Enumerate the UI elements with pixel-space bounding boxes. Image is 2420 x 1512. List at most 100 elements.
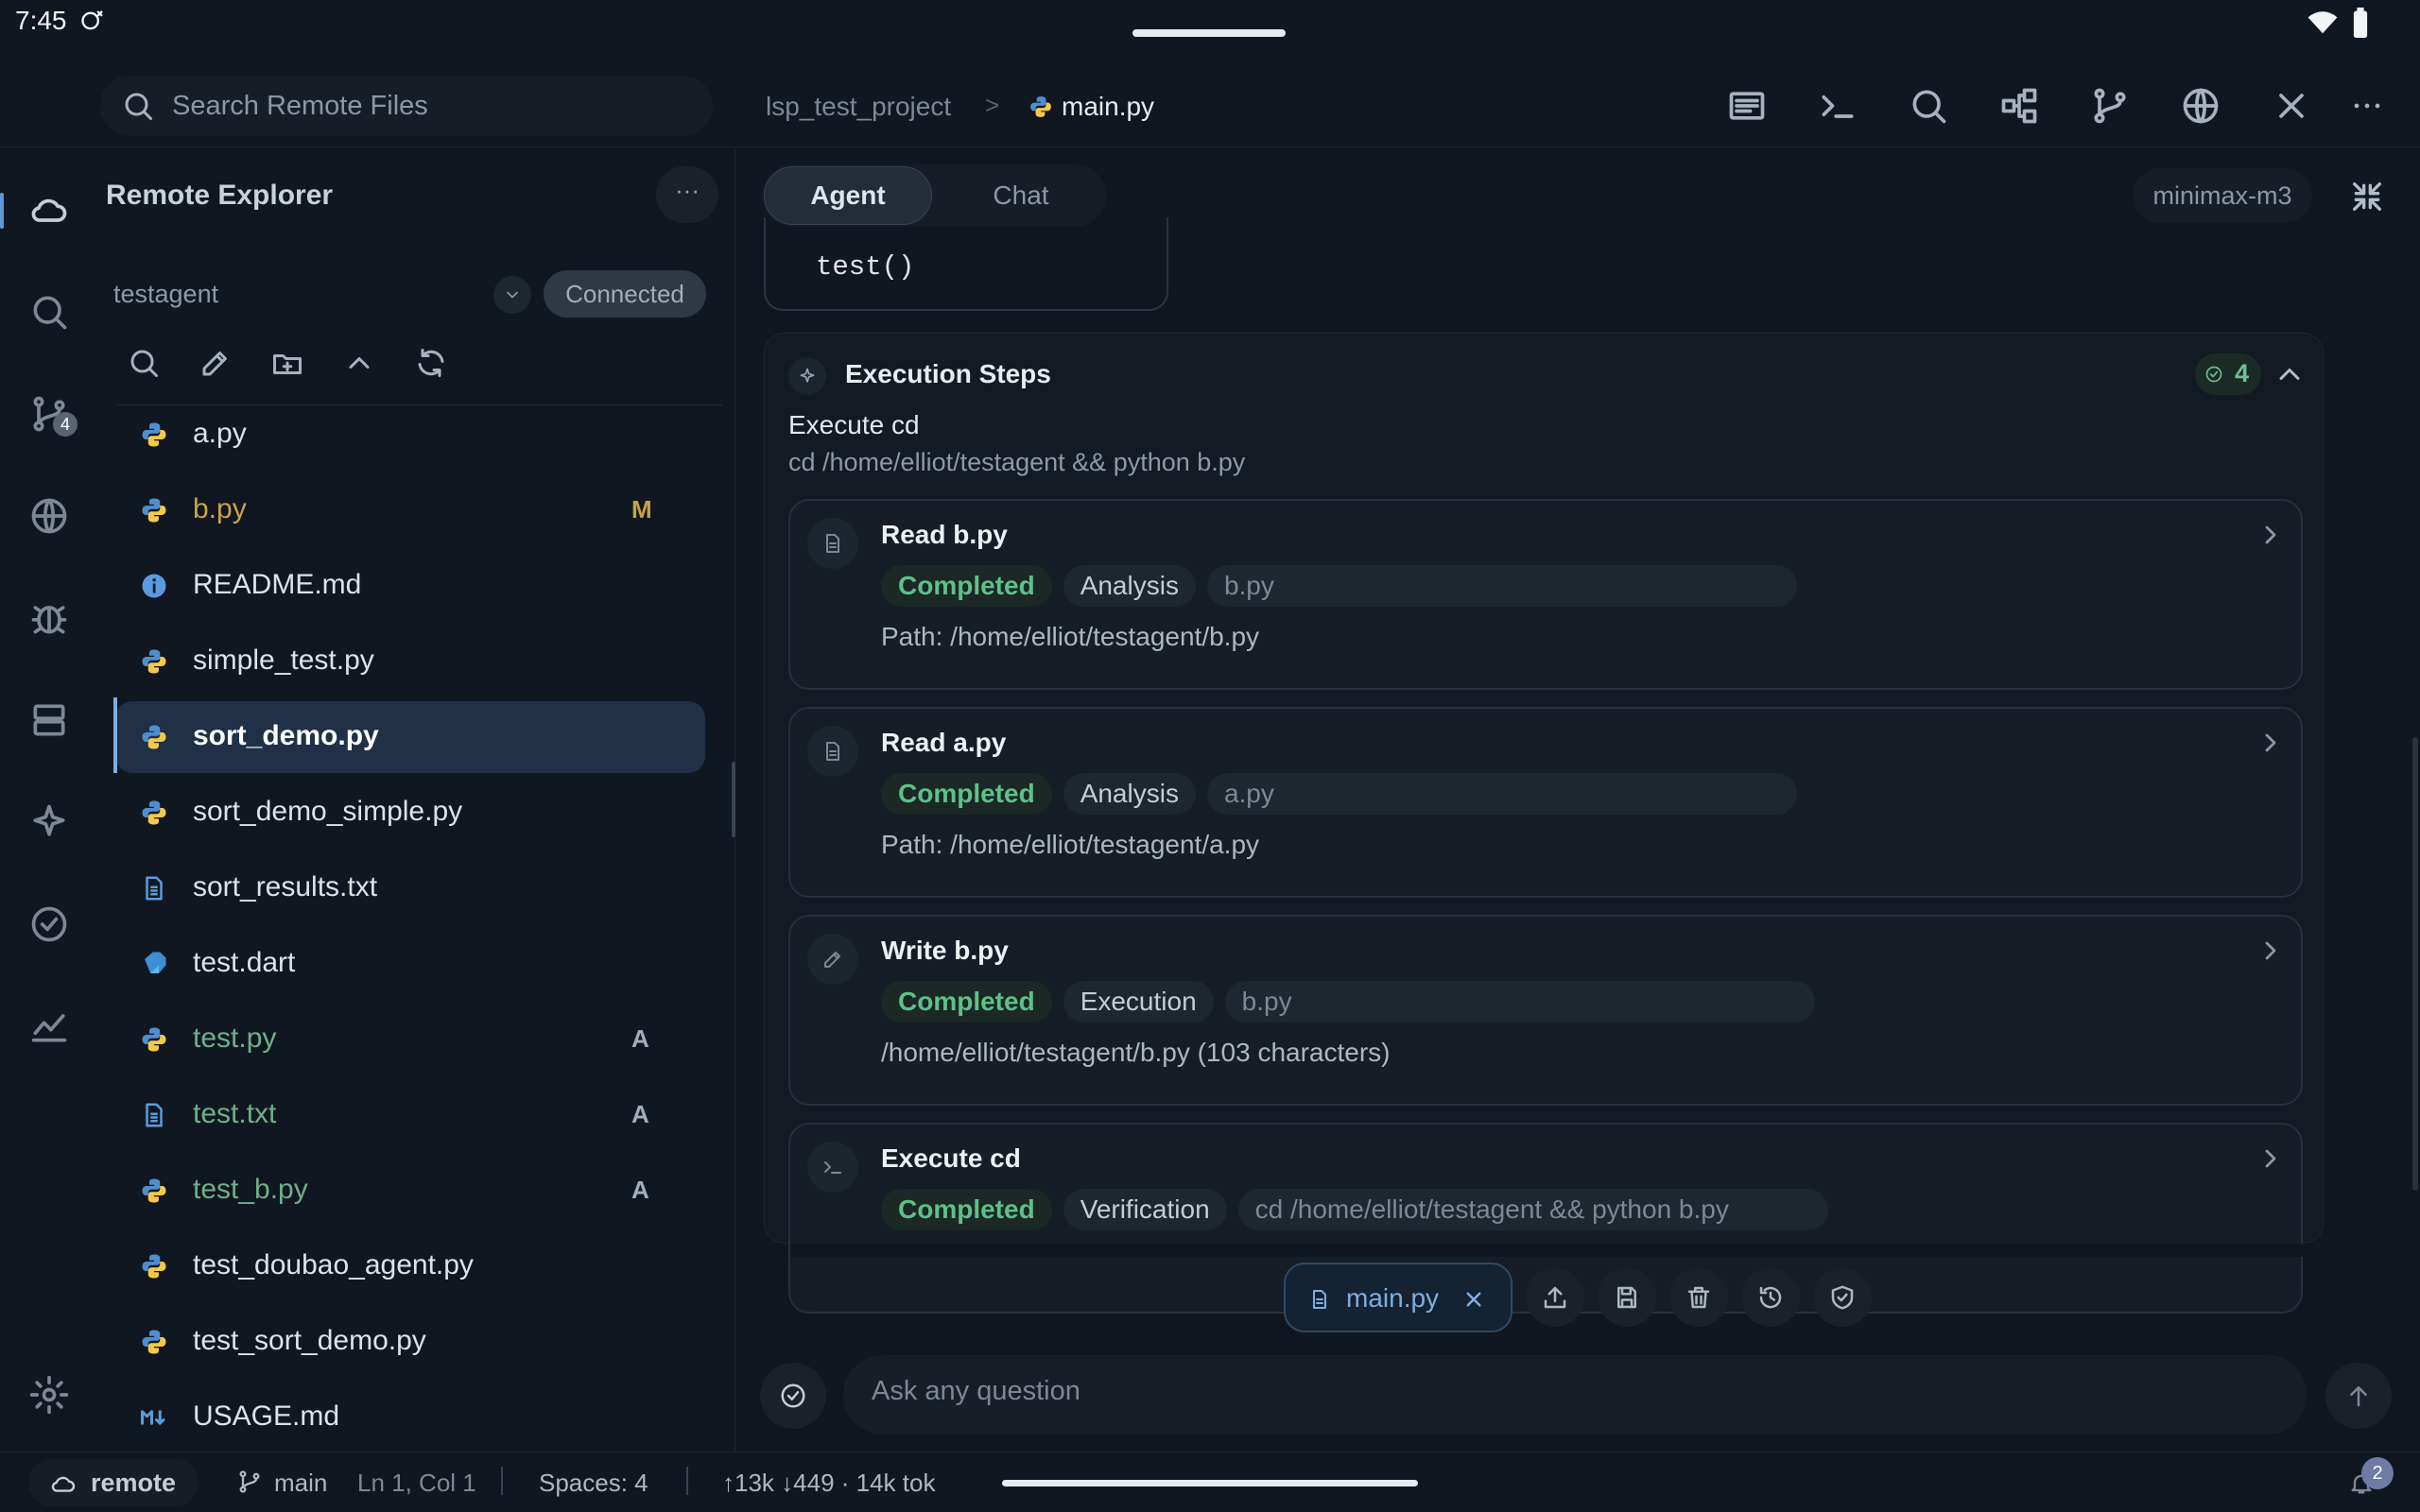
file-item[interactable]: test.txt A bbox=[115, 1079, 705, 1151]
step-tags: Completed Analysis b.py bbox=[881, 565, 1797, 607]
save-icon bbox=[1617, 1286, 1636, 1309]
text-file-icon bbox=[140, 874, 168, 902]
remote-indicator[interactable]: remote bbox=[28, 1459, 199, 1506]
new-file-icon[interactable] bbox=[199, 346, 233, 380]
tab-chat[interactable]: Chat bbox=[945, 166, 1097, 225]
explorer-more-button[interactable]: ··· bbox=[656, 166, 718, 223]
step-detail: /home/elliot/testagent/b.py (103 charact… bbox=[881, 1038, 1391, 1067]
search-icon[interactable] bbox=[28, 291, 70, 333]
new-folder-icon[interactable] bbox=[270, 346, 304, 380]
git-status-badge: A bbox=[631, 1176, 649, 1204]
step-tags: Completed Analysis a.py bbox=[881, 773, 1797, 815]
cloud-icon[interactable] bbox=[28, 189, 70, 231]
dart-icon bbox=[140, 950, 168, 978]
step-target-tag: cd /home/elliot/testagent && python b.py bbox=[1237, 1189, 1828, 1230]
file-name: test.txt bbox=[193, 1098, 277, 1129]
graph-icon[interactable] bbox=[1998, 85, 2040, 127]
sparkle-icon[interactable] bbox=[28, 801, 70, 843]
model-selector[interactable]: minimax-m3 bbox=[2133, 168, 2312, 223]
check-circle-icon[interactable] bbox=[28, 903, 70, 945]
globe-icon[interactable] bbox=[2180, 85, 2221, 127]
step-icon-wrap bbox=[807, 518, 858, 569]
git-status-badge: M bbox=[631, 495, 652, 524]
chevron-right-icon[interactable] bbox=[2256, 728, 2286, 758]
save-button[interactable] bbox=[1598, 1268, 1656, 1327]
context-toggle-button[interactable] bbox=[760, 1363, 826, 1429]
search-icon[interactable] bbox=[1908, 85, 1949, 127]
chevron-up-icon[interactable] bbox=[342, 346, 376, 380]
system-status-bar bbox=[0, 0, 2420, 45]
file-icon bbox=[826, 742, 839, 761]
indent-spaces[interactable]: Spaces: 4 bbox=[539, 1469, 648, 1498]
search-icon bbox=[125, 93, 152, 120]
close-icon[interactable] bbox=[2271, 85, 2312, 127]
search-icon[interactable] bbox=[127, 346, 161, 380]
file-name: test.py bbox=[193, 1022, 277, 1054]
status-separator bbox=[501, 1467, 503, 1495]
git-branch-icon[interactable] bbox=[2089, 85, 2131, 127]
file-item[interactable]: simple_test.py bbox=[115, 626, 705, 697]
panel-scrollbar[interactable] bbox=[2412, 737, 2418, 1191]
breadcrumb-project[interactable]: lsp_test_project bbox=[766, 92, 951, 122]
python-icon bbox=[140, 723, 168, 751]
execute-command: cd /home/elliot/testagent && python b.py bbox=[788, 448, 1246, 476]
file-item[interactable]: b.py M bbox=[115, 474, 705, 546]
file-item[interactable]: test.py A bbox=[115, 1004, 705, 1075]
file-item[interactable]: test_sort_demo.py bbox=[115, 1306, 705, 1378]
file-item[interactable]: test_doubao_agent.py bbox=[115, 1230, 705, 1302]
chevron-right-icon[interactable] bbox=[2256, 936, 2286, 966]
panel-icon[interactable] bbox=[1726, 85, 1768, 127]
execution-step[interactable]: Read a.py Completed Analysis a.py Path: /hom… bbox=[788, 707, 2303, 898]
file-item[interactable]: sort_demo.py bbox=[115, 701, 705, 773]
file-item[interactable]: README.md bbox=[115, 550, 705, 622]
step-title: Read b.py bbox=[881, 520, 1008, 549]
cursor-position[interactable]: Ln 1, Col 1 bbox=[357, 1469, 476, 1498]
execution-step[interactable]: Write b.py Completed Execution b.py/home/el… bbox=[788, 915, 2303, 1106]
debug-icon[interactable] bbox=[28, 597, 70, 639]
file-item[interactable]: USAGE.md bbox=[115, 1382, 705, 1453]
server-icon[interactable] bbox=[28, 699, 70, 741]
gesture-handle-bottom bbox=[1002, 1480, 1418, 1486]
collapse-icon[interactable] bbox=[2348, 178, 2386, 215]
branch-name[interactable]: main bbox=[274, 1469, 327, 1498]
explorer-title: Remote Explorer bbox=[106, 180, 334, 211]
history-button[interactable] bbox=[1741, 1268, 1800, 1327]
file-item[interactable]: sort_demo_simple.py bbox=[115, 777, 705, 849]
send-button[interactable] bbox=[2325, 1363, 2392, 1429]
delete-button[interactable] bbox=[1669, 1268, 1728, 1327]
chart-icon[interactable] bbox=[28, 1005, 70, 1047]
settings-icon[interactable] bbox=[28, 1374, 70, 1416]
python-icon bbox=[140, 799, 168, 827]
file-name: sort_results.txt bbox=[193, 871, 378, 902]
code-line: test() bbox=[816, 251, 915, 283]
step-title: Read a.py bbox=[881, 728, 1007, 757]
file-item[interactable]: sort_results.txt bbox=[115, 852, 705, 924]
more-icon[interactable] bbox=[2346, 85, 2388, 127]
step-title: Execute cd bbox=[881, 1143, 1021, 1173]
step-category-tag: Analysis bbox=[1063, 565, 1196, 607]
file-item[interactable]: a.py bbox=[115, 399, 705, 471]
attached-file-chip[interactable]: main.py bbox=[1284, 1263, 1512, 1332]
chevron-right-icon[interactable] bbox=[2256, 1143, 2286, 1174]
terminal-icon[interactable] bbox=[1817, 85, 1858, 127]
connection-dropdown[interactable] bbox=[493, 276, 531, 314]
activity-active-indicator bbox=[0, 193, 4, 229]
close-icon[interactable] bbox=[1460, 1285, 1488, 1314]
chevron-right-icon[interactable] bbox=[2256, 520, 2286, 550]
step-icon-wrap bbox=[807, 934, 858, 985]
git-status-badge: A bbox=[631, 1100, 649, 1128]
selected-file-indicator bbox=[113, 697, 117, 773]
tab-agent[interactable]: Agent bbox=[764, 166, 932, 225]
execution-step[interactable]: Read b.py Completed Analysis b.py Path: /hom… bbox=[788, 499, 2303, 690]
globe-icon[interactable] bbox=[28, 495, 70, 537]
history-icon bbox=[1759, 1286, 1782, 1309]
verify-button[interactable] bbox=[1813, 1268, 1872, 1327]
refresh-icon[interactable] bbox=[414, 346, 448, 380]
upload-button[interactable] bbox=[1526, 1268, 1584, 1327]
check-circle-icon bbox=[781, 1383, 805, 1408]
chevron-up-icon[interactable] bbox=[2273, 357, 2307, 391]
file-item[interactable]: test_b.py A bbox=[115, 1155, 705, 1227]
step-target-tag: a.py bbox=[1206, 773, 1797, 815]
breadcrumb-file[interactable]: main.py bbox=[1062, 92, 1154, 122]
file-item[interactable]: test.dart bbox=[115, 928, 705, 1000]
